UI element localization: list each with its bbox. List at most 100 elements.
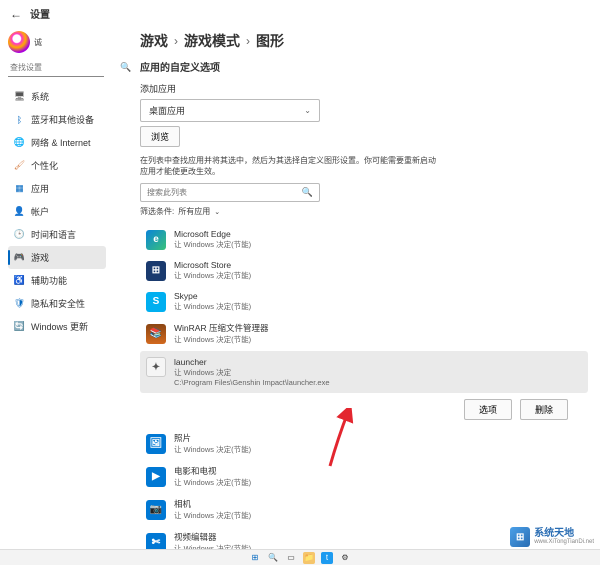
nav-icon: ♿: [14, 275, 25, 286]
app-item[interactable]: 📚 WinRAR 压缩文件管理器 让 Windows 决定(节能): [140, 318, 588, 349]
app-sub: 让 Windows 决定(节能): [174, 301, 251, 312]
settings-search-input[interactable]: [10, 63, 120, 72]
app-sub: 让 Windows 决定(节能): [174, 270, 251, 281]
app-item[interactable]: 📷 相机 让 Windows 决定(节能): [140, 494, 588, 525]
app-item[interactable]: ✦ launcher 让 Windows 决定C:\Program Files\…: [140, 351, 588, 393]
taskbar[interactable]: ⊞ 🔍 ▭ 📁 t ⚙: [0, 549, 600, 565]
chevron-down-icon: ⌄: [304, 106, 311, 115]
nav-icon: 👤: [14, 206, 25, 217]
app-text: launcher 让 Windows 决定C:\Program Files\Ge…: [174, 357, 330, 387]
browse-button[interactable]: 浏览: [140, 126, 180, 147]
app-icon: 📚: [146, 324, 166, 344]
taskbar-explorer-icon[interactable]: 📁: [303, 552, 315, 564]
sidebar-item-7[interactable]: 🎮游戏: [8, 246, 106, 269]
settings-search[interactable]: 🔍: [8, 59, 104, 77]
app-type-dropdown[interactable]: 桌面应用 ⌄: [140, 99, 320, 122]
sidebar-item-4[interactable]: ▦ 应用: [8, 177, 106, 200]
sidebar-item-label: 网络 & Internet: [31, 136, 91, 149]
app-name: launcher: [174, 357, 330, 367]
app-list-search[interactable]: 🔍: [140, 183, 320, 202]
user-name: 诚: [34, 37, 42, 48]
app-name: WinRAR 压缩文件管理器: [174, 322, 268, 334]
app-icon: e: [146, 230, 166, 250]
back-arrow-icon[interactable]: ←: [10, 7, 22, 21]
taskbar-search-icon[interactable]: 🔍: [267, 552, 279, 564]
sidebar: 诚 🔍 🖥系统ᛒ蓝牙和其他设备🌐网络 & Internet🖌个性化▦应用👤帐户🕒…: [0, 27, 110, 562]
app-sub: 让 Windows 决定: [174, 367, 330, 378]
sidebar-item-3[interactable]: 🖌 个性化: [8, 154, 106, 177]
taskbar-twitter-icon[interactable]: t: [321, 552, 333, 564]
sidebar-item-label: 辅助功能: [31, 274, 67, 287]
app-list: e Microsoft Edge 让 Windows 决定(节能)⊞ Micro…: [140, 225, 588, 558]
nav-icon: 🔄: [14, 321, 25, 332]
app-name: 视频编辑器: [174, 531, 251, 543]
filter-value: 所有应用: [178, 206, 210, 217]
app-sub: 让 Windows 决定(节能): [174, 239, 251, 250]
app-text: 相机 让 Windows 决定(节能): [174, 498, 251, 521]
app-item[interactable]: ▶ 电影和电视 让 Windows 决定(节能): [140, 461, 588, 492]
nav-icon: 🎮: [14, 252, 25, 263]
app-icon: ⊞: [146, 261, 166, 281]
filter-row[interactable]: 筛选条件: 所有应用 ⌄: [140, 206, 588, 217]
app-icon: 📷: [146, 500, 166, 520]
app-text: 照片 让 Windows 决定(节能): [174, 432, 251, 455]
breadcrumb: 游戏 › 游戏模式 › 图形: [140, 31, 588, 51]
options-button[interactable]: 选项: [464, 399, 512, 420]
crumb-games[interactable]: 游戏: [140, 31, 168, 51]
avatar: [8, 31, 30, 53]
add-app-label: 添加应用: [140, 82, 588, 95]
nav-icon: 🖌: [14, 160, 25, 171]
app-list-search-input[interactable]: [147, 188, 302, 197]
app-text: Skype 让 Windows 决定(节能): [174, 291, 251, 312]
crumb-graphics: 图形: [256, 31, 284, 51]
app-name: Skype: [174, 291, 251, 301]
app-item[interactable]: S Skype 让 Windows 决定(节能): [140, 287, 588, 316]
app-sub: 让 Windows 决定(节能): [174, 477, 251, 488]
sidebar-item-1[interactable]: ᛒ 蓝牙和其他设备: [8, 108, 106, 131]
watermark-url: www.XiTongTianDi.net: [534, 539, 594, 545]
taskbar-taskview-icon[interactable]: ▭: [285, 552, 297, 564]
app-path: C:\Program Files\Genshin Impact\launcher…: [174, 378, 330, 387]
sidebar-item-label: 个性化: [31, 159, 58, 172]
sidebar-item-2[interactable]: 🌐网络 & Internet: [8, 131, 106, 154]
app-item[interactable]: e Microsoft Edge 让 Windows 决定(节能): [140, 225, 588, 254]
filter-label: 筛选条件:: [140, 206, 174, 217]
nav-icon: ᛒ: [14, 114, 25, 125]
sidebar-item-6[interactable]: 🕒时间和语言: [8, 223, 106, 246]
main-panel: 游戏 › 游戏模式 › 图形 应用的自定义选项 添加应用 桌面应用 ⌄ 浏览 在…: [110, 27, 600, 562]
user-block[interactable]: 诚: [8, 31, 110, 53]
nav-icon: ▦: [14, 183, 25, 194]
sidebar-item-label: 应用: [31, 182, 49, 195]
app-icon: 🖼: [146, 434, 166, 454]
sidebar-item-10[interactable]: 🔄Windows 更新: [8, 315, 106, 338]
app-name: Microsoft Store: [174, 260, 251, 270]
taskbar-settings-icon[interactable]: ⚙: [339, 552, 351, 564]
app-item[interactable]: 🖼 照片 让 Windows 决定(节能): [140, 428, 588, 459]
chevron-right-icon: ›: [174, 34, 178, 48]
nav-icon: 🕒: [14, 229, 25, 240]
content-wrap: 诚 🔍 🖥系统ᛒ蓝牙和其他设备🌐网络 & Internet🖌个性化▦应用👤帐户🕒…: [0, 27, 600, 562]
start-icon[interactable]: ⊞: [249, 552, 261, 564]
watermark: ⊞ 系统天地 www.XiTongTianDi.net: [510, 527, 594, 547]
app-icon: ✦: [146, 357, 166, 377]
app-name: 照片: [174, 432, 251, 444]
item-actions: 选项删除: [140, 399, 568, 420]
app-name: 电影和电视: [174, 465, 251, 477]
nav-icon: 🖥: [14, 91, 25, 102]
app-sub: 让 Windows 决定(节能): [174, 444, 251, 455]
app-text: WinRAR 压缩文件管理器 让 Windows 决定(节能): [174, 322, 268, 345]
app-item[interactable]: ⊞ Microsoft Store 让 Windows 决定(节能): [140, 256, 588, 285]
sidebar-item-9[interactable]: 🛡隐私和安全性: [8, 292, 106, 315]
nav-icon: 🛡: [14, 298, 25, 309]
delete-button[interactable]: 删除: [520, 399, 568, 420]
sidebar-item-0[interactable]: 🖥系统: [8, 85, 106, 108]
sidebar-item-label: 蓝牙和其他设备: [31, 113, 94, 126]
app-title: 设置: [30, 6, 50, 21]
app-sub: 让 Windows 决定(节能): [174, 510, 251, 521]
sidebar-item-5[interactable]: 👤帐户: [8, 200, 106, 223]
chevron-right-icon: ›: [246, 34, 250, 48]
sidebar-item-8[interactable]: ♿ 辅助功能: [8, 269, 106, 292]
crumb-game-mode[interactable]: 游戏模式: [184, 31, 240, 51]
app-name: 相机: [174, 498, 251, 510]
chevron-down-icon: ⌄: [214, 208, 220, 216]
